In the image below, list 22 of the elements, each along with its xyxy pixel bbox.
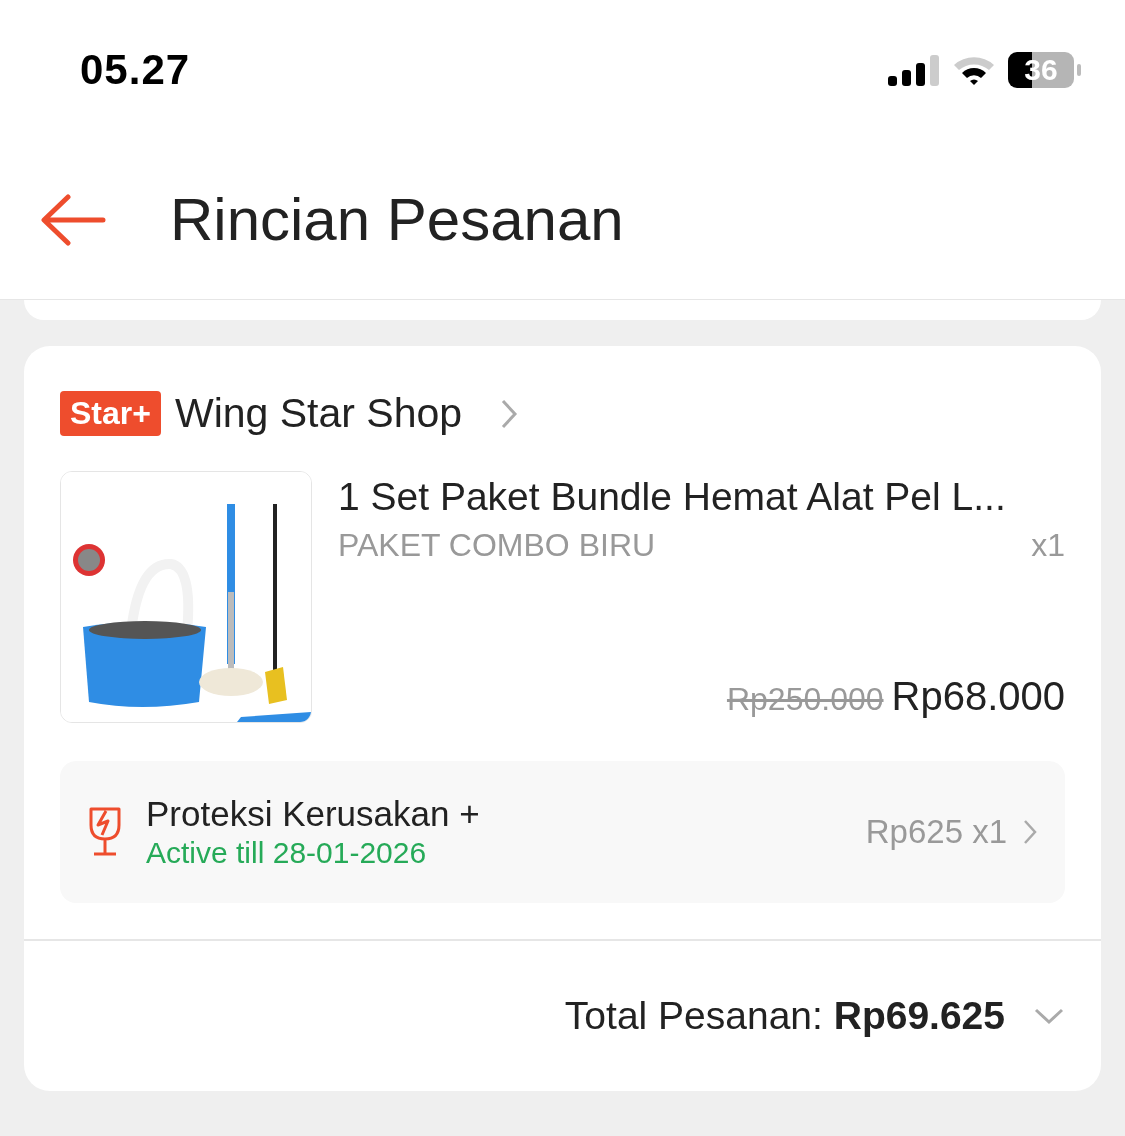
chevron-right-icon — [1023, 819, 1037, 845]
product-quantity: x1 — [1031, 527, 1065, 564]
order-total: Total Pesanan: Rp69.625 — [564, 994, 1005, 1038]
signal-icon — [888, 54, 940, 86]
protection-title: Proteksi Kerusakan + — [146, 794, 481, 834]
product-price: Rp68.000 — [891, 674, 1065, 719]
broken-glass-icon — [88, 807, 122, 857]
store-badge: Star+ — [60, 391, 161, 436]
page-title: Rincian Pesanan — [170, 185, 624, 254]
wifi-icon — [952, 54, 996, 86]
shop-link[interactable]: Wing Star Shop — [174, 390, 519, 437]
clock-time: 05.27 — [80, 46, 191, 94]
expand-button[interactable] — [1033, 1007, 1065, 1025]
product-variant: PAKET COMBO BIRU — [338, 527, 656, 564]
product-name: 1 Set Paket Bundle Hemat Alat Pel L... — [338, 475, 1007, 519]
protection-status: Active till 28-01-2026 — [146, 836, 428, 870]
original-price: Rp250.000 — [726, 681, 884, 718]
chevron-right-icon — [500, 397, 519, 430]
back-button[interactable] — [40, 193, 106, 246]
protection-price: Rp625 x1 — [865, 813, 1007, 851]
protection-row[interactable]: Proteksi Kerusakan + Active till 28-01-2026 Rp625 x1 — [60, 761, 1065, 903]
battery-cap-icon — [1077, 64, 1081, 76]
